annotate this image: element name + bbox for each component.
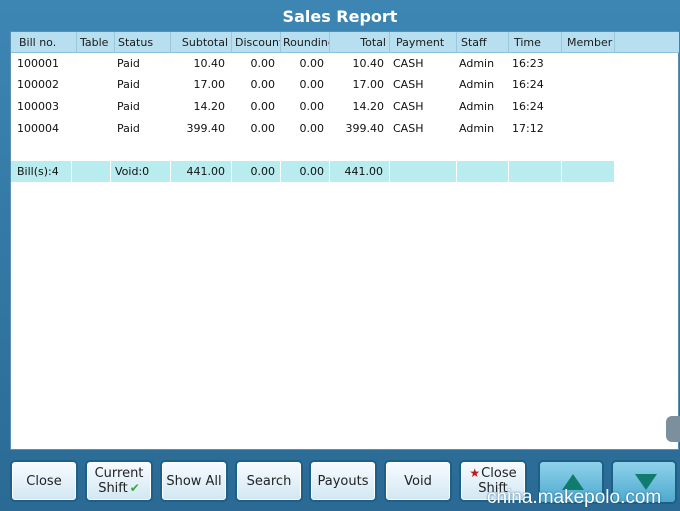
summary-time bbox=[509, 161, 562, 182]
current-shift-button[interactable]: Current Shift ✔ bbox=[85, 460, 153, 502]
table-row[interactable]: 100003 Paid 14.20 0.00 0.00 14.20 CASH A… bbox=[11, 96, 679, 117]
cell-bill-no: 100004 bbox=[17, 122, 59, 135]
table-row[interactable]: 100004 Paid 399.40 0.00 0.00 399.40 CASH… bbox=[11, 118, 679, 139]
cell-bill-no: 100001 bbox=[17, 57, 59, 70]
cell-bill-no: 100002 bbox=[17, 78, 59, 91]
header-status[interactable]: Status bbox=[115, 32, 171, 53]
void-button[interactable]: Void bbox=[384, 460, 452, 502]
close-button[interactable]: Close bbox=[10, 460, 78, 502]
cell-discount: 0.00 bbox=[250, 100, 276, 113]
search-label: Search bbox=[246, 473, 292, 489]
window-title: Sales Report bbox=[282, 7, 398, 26]
cell-time: 16:24 bbox=[512, 100, 544, 113]
payouts-button[interactable]: Payouts bbox=[309, 460, 377, 502]
cell-time: 16:23 bbox=[512, 57, 544, 70]
show-all-button[interactable]: Show All bbox=[160, 460, 228, 502]
summary-row: Bill(s):4 Void:0 441.00 0.00 0.00 441.00 bbox=[11, 161, 615, 182]
cell-staff: Admin bbox=[459, 122, 495, 135]
cell-staff: Admin bbox=[459, 57, 495, 70]
cell-subtotal: 10.40 bbox=[193, 57, 226, 70]
header-payment[interactable]: Payment bbox=[390, 32, 457, 53]
summary-total: 441.00 bbox=[330, 161, 390, 182]
header-bill-no[interactable]: Bill no. bbox=[11, 32, 77, 53]
cell-staff: Admin bbox=[459, 100, 495, 113]
cell-total: 399.40 bbox=[345, 122, 385, 135]
cell-total: 10.40 bbox=[352, 57, 385, 70]
cell-status: Paid bbox=[117, 100, 140, 113]
close-shift-line-1: ★Close bbox=[469, 466, 516, 481]
cell-discount: 0.00 bbox=[250, 57, 276, 70]
close-button-label: Close bbox=[26, 473, 62, 489]
table-row[interactable]: 100001 Paid 10.40 0.00 0.00 10.40 CASH A… bbox=[11, 53, 679, 74]
summary-staff bbox=[457, 161, 509, 182]
header-time[interactable]: Time bbox=[509, 32, 562, 53]
table-row[interactable]: 100002 Paid 17.00 0.00 0.00 17.00 CASH A… bbox=[11, 74, 679, 95]
payouts-label: Payouts bbox=[317, 473, 369, 489]
cell-status: Paid bbox=[117, 122, 140, 135]
cell-staff: Admin bbox=[459, 78, 495, 91]
cell-subtotal: 399.40 bbox=[186, 122, 226, 135]
summary-void-count: Void:0 bbox=[111, 161, 171, 182]
cell-payment: CASH bbox=[393, 57, 424, 70]
check-icon: ✔ bbox=[129, 481, 140, 495]
watermark: china.makepolo.com bbox=[487, 487, 662, 508]
side-handle[interactable] bbox=[666, 416, 680, 442]
cell-rounding: 0.00 bbox=[299, 100, 325, 113]
cell-time: 16:24 bbox=[512, 78, 544, 91]
cell-status: Paid bbox=[117, 57, 140, 70]
sales-report-window: Sales Report Bill no. Table Status Subto… bbox=[0, 0, 680, 511]
cell-rounding: 0.00 bbox=[299, 78, 325, 91]
cell-subtotal: 17.00 bbox=[193, 78, 226, 91]
header-subtotal[interactable]: Subtotal bbox=[171, 32, 232, 53]
cell-bill-no: 100003 bbox=[17, 100, 59, 113]
cell-time: 17:12 bbox=[512, 122, 544, 135]
summary-table bbox=[72, 161, 111, 182]
summary-subtotal: 441.00 bbox=[171, 161, 232, 182]
show-all-label: Show All bbox=[166, 473, 222, 489]
cell-payment: CASH bbox=[393, 122, 424, 135]
header-staff[interactable]: Staff bbox=[457, 32, 509, 53]
cell-total: 14.20 bbox=[352, 100, 385, 113]
header-member[interactable]: Member bbox=[562, 32, 615, 53]
header-rounding[interactable]: Rounding bbox=[281, 32, 330, 53]
cell-payment: CASH bbox=[393, 100, 424, 113]
cell-discount: 0.00 bbox=[250, 122, 276, 135]
cell-rounding: 0.00 bbox=[299, 57, 325, 70]
summary-discount: 0.00 bbox=[232, 161, 281, 182]
star-icon: ★ bbox=[469, 466, 481, 480]
search-button[interactable]: Search bbox=[235, 460, 303, 502]
report-table: Bill no. Table Status Subtotal Discount … bbox=[10, 31, 679, 450]
table-header: Bill no. Table Status Subtotal Discount … bbox=[11, 32, 679, 53]
header-table[interactable]: Table bbox=[77, 32, 115, 53]
summary-payment bbox=[390, 161, 457, 182]
close-shift-label-1: Close bbox=[481, 466, 517, 481]
header-discount[interactable]: Discount bbox=[232, 32, 281, 53]
void-label: Void bbox=[404, 473, 432, 489]
cell-rounding: 0.00 bbox=[299, 122, 325, 135]
cell-total: 17.00 bbox=[352, 78, 385, 91]
summary-member bbox=[562, 161, 615, 182]
current-shift-line-2: Shift ✔ bbox=[98, 481, 140, 496]
summary-rounding: 0.00 bbox=[281, 161, 330, 182]
current-shift-label-1: Current bbox=[94, 466, 144, 481]
cell-discount: 0.00 bbox=[250, 78, 276, 91]
header-total[interactable]: Total bbox=[330, 32, 390, 53]
cell-status: Paid bbox=[117, 78, 140, 91]
summary-bill-count: Bill(s):4 bbox=[11, 161, 72, 182]
cell-subtotal: 14.20 bbox=[193, 100, 226, 113]
current-shift-label-2: Shift bbox=[98, 481, 128, 496]
cell-payment: CASH bbox=[393, 78, 424, 91]
